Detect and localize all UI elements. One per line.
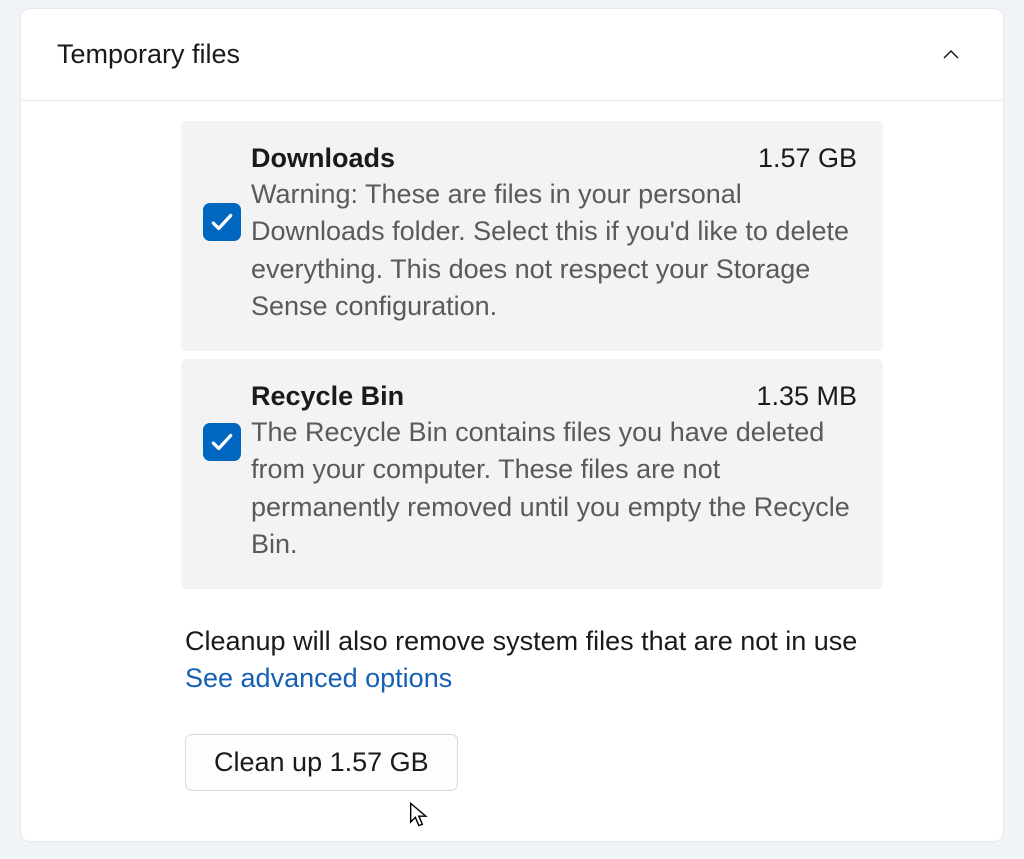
- cleanup-note-text: Cleanup will also remove system files th…: [185, 623, 883, 661]
- panel-header[interactable]: Temporary files: [21, 9, 1003, 101]
- downloads-description: Warning: These are files in your persona…: [251, 176, 857, 325]
- recyclebin-description: The Recycle Bin contains files you have …: [251, 414, 857, 563]
- temporary-files-panel: Temporary files Downloads 1.57 GB Warnin…: [20, 8, 1004, 842]
- advanced-options-link[interactable]: See advanced options: [185, 663, 452, 694]
- checkmark-icon: [209, 209, 235, 235]
- downloads-size: 1.57 GB: [758, 143, 857, 174]
- downloads-checkbox[interactable]: [203, 203, 241, 241]
- cleanup-button[interactable]: Clean up 1.57 GB: [185, 734, 458, 791]
- checkmark-icon: [209, 429, 235, 455]
- panel-title: Temporary files: [57, 39, 240, 70]
- chevron-up-icon: [939, 43, 963, 67]
- recyclebin-checkbox[interactable]: [203, 423, 241, 461]
- recyclebin-content: Recycle Bin 1.35 MB The Recycle Bin cont…: [251, 381, 857, 563]
- cleanup-item-recyclebin: Recycle Bin 1.35 MB The Recycle Bin cont…: [181, 359, 883, 589]
- recyclebin-size: 1.35 MB: [756, 381, 857, 412]
- cleanup-note-block: Cleanup will also remove system files th…: [185, 623, 883, 694]
- panel-body: Downloads 1.57 GB Warning: These are fil…: [21, 101, 1003, 841]
- cleanup-item-downloads: Downloads 1.57 GB Warning: These are fil…: [181, 121, 883, 351]
- downloads-content: Downloads 1.57 GB Warning: These are fil…: [251, 143, 857, 325]
- downloads-title: Downloads: [251, 143, 395, 174]
- recyclebin-title: Recycle Bin: [251, 381, 404, 412]
